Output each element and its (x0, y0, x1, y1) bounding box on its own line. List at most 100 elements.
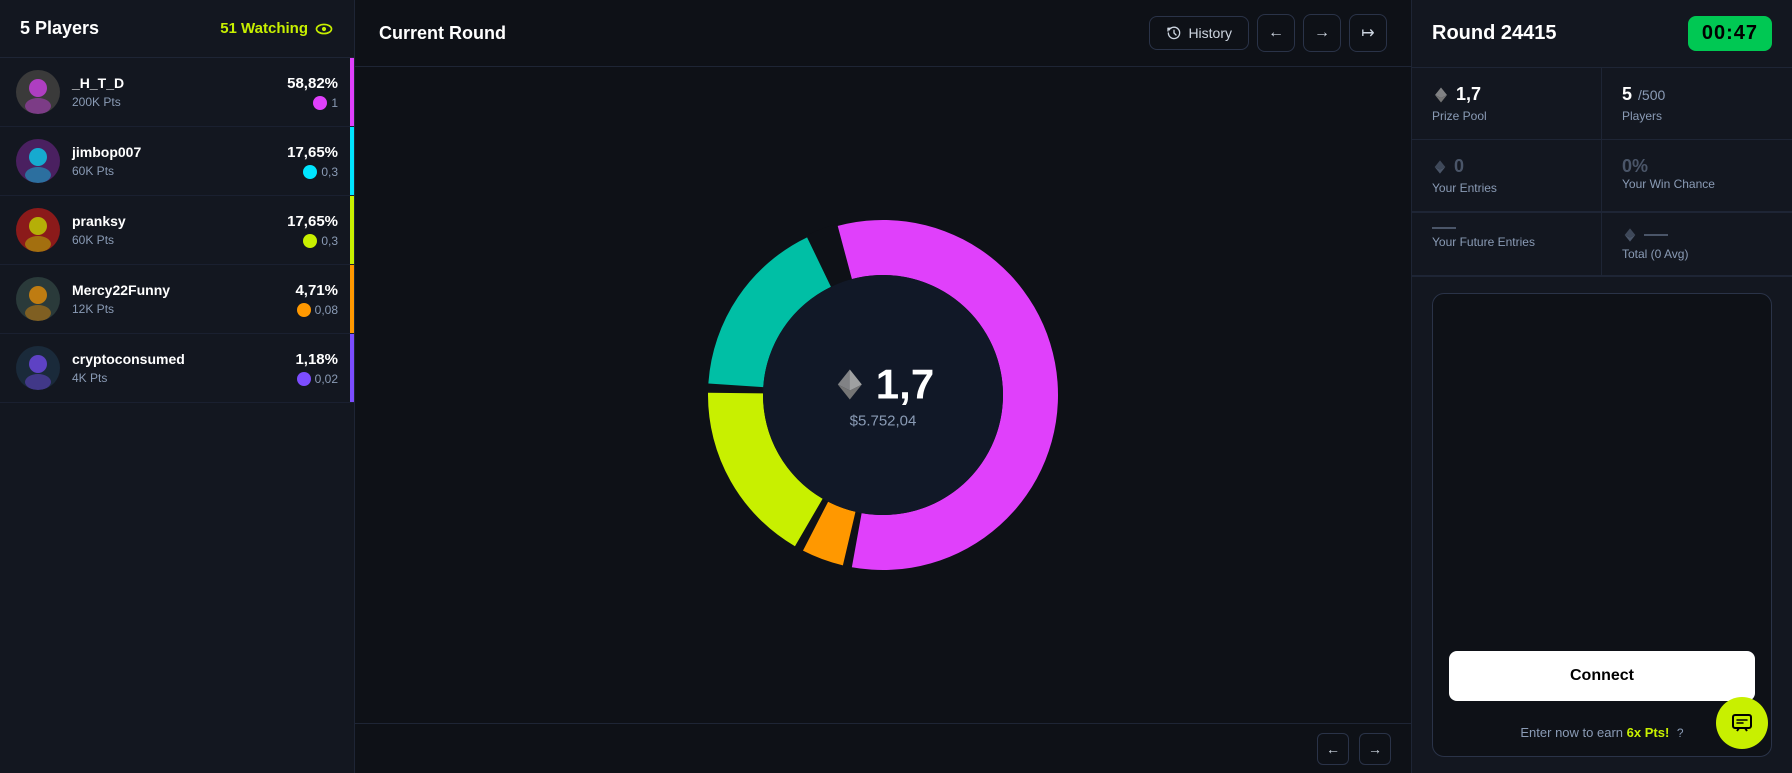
current-round-label: Current Round (379, 23, 506, 44)
entries-label: Your Entries (1432, 181, 1581, 195)
prev-button[interactable]: ← (1257, 14, 1295, 52)
player-list: _H_T_D200K Pts 58,82% 1 jimbop00760K Pts… (0, 58, 354, 773)
next-button[interactable]: → (1303, 14, 1341, 52)
player-eth: 0,3 (303, 234, 338, 248)
middle-header: Current Round History ← → ↦ (355, 0, 1411, 67)
player-pct: 17,65% (287, 213, 338, 230)
player-right: 17,65% 0,3 (287, 213, 338, 248)
chat-icon (1730, 711, 1754, 735)
eth-dot (297, 303, 311, 317)
question-icon[interactable]: ? (1677, 726, 1684, 740)
chart-area: 1,7 $5.752,04 (355, 67, 1411, 723)
bottom-next-button[interactable]: → (1359, 733, 1391, 765)
history-button[interactable]: History (1149, 16, 1249, 50)
player-name: Mercy22Funny (72, 282, 295, 298)
win-chance-value: 0% (1622, 156, 1772, 177)
player-eth: 0,3 (303, 165, 338, 179)
entries-cell: 0 Your Entries (1412, 140, 1602, 212)
players-value: 5/500 (1622, 84, 1772, 105)
player-item[interactable]: _H_T_D 200K Pts 58,82% 1 (0, 58, 354, 127)
timer: 00:47 (1688, 16, 1772, 51)
watching-count: 51 Watching (220, 20, 308, 37)
players-cell: 5/500 Players (1602, 68, 1792, 140)
connect-inner (1433, 294, 1771, 635)
eth-icon-entries (1432, 159, 1448, 175)
round-number: Round 24415 (1432, 22, 1556, 45)
right-header: Round 24415 00:47 (1412, 0, 1792, 68)
connect-section: Connect Enter now to earn 6x Pts! ? (1432, 293, 1772, 757)
eth-dot (297, 372, 311, 386)
future-entries-label: Your Future Entries (1432, 235, 1581, 249)
player-pts: 12K Pts (72, 302, 295, 316)
future-dash (1432, 227, 1456, 229)
player-info: _H_T_D 200K Pts (72, 75, 287, 109)
player-eth-value: 0,08 (315, 303, 338, 317)
player-name: jimbop007 (72, 144, 287, 160)
left-panel: 5 Players 51 Watching _H_T_D 200K Pts 58,… (0, 0, 355, 773)
future-stats-grid: Your Future Entries Total (0 Avg) (1412, 213, 1792, 277)
player-item[interactable]: jimbop00760K Pts 17,65% 0,3 (0, 127, 354, 196)
player-name: _H_T_D (72, 75, 287, 91)
player-eth: 1 (313, 96, 338, 110)
right-panel: Round 24415 00:47 1,7 Prize Pool 5/500 P… (1412, 0, 1792, 773)
watching-badge: 51 Watching (220, 19, 334, 39)
player-pct: 1,18% (295, 351, 338, 368)
player-eth-value: 0,3 (321, 165, 338, 179)
player-eth-value: 1 (331, 96, 338, 110)
color-bar (350, 58, 354, 126)
history-label: History (1188, 25, 1232, 41)
eth-icon-total (1622, 227, 1638, 243)
player-eth: 0,08 (297, 303, 338, 317)
player-pct: 17,65% (287, 144, 338, 161)
player-pct: 58,82% (287, 75, 338, 92)
player-name: cryptoconsumed (72, 351, 295, 367)
players-label: Players (1622, 109, 1772, 123)
earn-text: Enter now to earn (1520, 725, 1623, 740)
color-bar (350, 265, 354, 333)
player-pct: 4,71% (295, 282, 338, 299)
player-info: cryptoconsumed 4K Pts (72, 351, 295, 385)
total-value (1622, 227, 1772, 243)
player-avatar (16, 277, 60, 321)
player-right: 58,82% 1 (287, 75, 338, 110)
player-avatar (16, 70, 60, 114)
prize-pool-cell: 1,7 Prize Pool (1412, 68, 1602, 140)
future-entries-cell: Your Future Entries (1412, 213, 1602, 276)
eth-icon-large (832, 367, 868, 403)
bottom-bar: ← → (355, 723, 1411, 773)
color-bar (350, 334, 354, 402)
prize-pool-value: 1,7 (1432, 84, 1581, 105)
player-item[interactable]: Mercy22Funny 12K Pts 4,71% 0,08 (0, 265, 354, 334)
eth-amount: 1,7 (832, 361, 934, 409)
player-info: jimbop00760K Pts (72, 144, 287, 178)
donut-chart: 1,7 $5.752,04 (693, 205, 1073, 585)
player-pts: 4K Pts (72, 371, 295, 385)
connect-button[interactable]: Connect (1449, 651, 1755, 701)
left-header: 5 Players 51 Watching (0, 0, 354, 58)
bottom-prev-button[interactable]: ← (1317, 733, 1349, 765)
color-bar (350, 127, 354, 195)
player-info: pranksy 60K Pts (72, 213, 287, 247)
entries-value: 0 (1432, 156, 1581, 177)
chat-fab[interactable] (1716, 697, 1768, 749)
player-avatar (16, 208, 60, 252)
player-pts: 60K Pts (72, 233, 287, 247)
player-avatar (16, 346, 60, 390)
stats-grid: 1,7 Prize Pool 5/500 Players 0 Your Entr… (1412, 68, 1792, 213)
players-count: 5 Players (20, 18, 99, 39)
pts-highlight: 6x Pts! (1627, 725, 1670, 740)
last-button[interactable]: ↦ (1349, 14, 1387, 52)
history-icon (1166, 25, 1182, 41)
player-avatar (16, 139, 60, 183)
player-pts: 200K Pts (72, 95, 287, 109)
total-label: Total (0 Avg) (1622, 247, 1772, 261)
eye-icon (314, 19, 334, 39)
player-eth-value: 0,02 (315, 372, 338, 386)
eth-icon-prize (1432, 86, 1450, 104)
player-item[interactable]: pranksy 60K Pts 17,65% 0,3 (0, 196, 354, 265)
eth-dot (313, 96, 327, 110)
total-cell: Total (0 Avg) (1602, 213, 1792, 276)
player-name: pranksy (72, 213, 287, 229)
prize-pool-label: Prize Pool (1432, 109, 1581, 123)
player-item[interactable]: cryptoconsumed 4K Pts 1,18% 0,02 (0, 334, 354, 403)
